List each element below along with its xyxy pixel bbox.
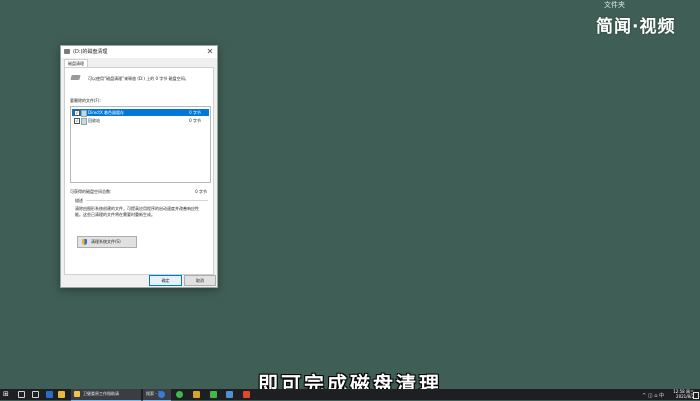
wechat-icon[interactable] (210, 391, 217, 398)
clock-date: 2021/8/2 (676, 393, 694, 399)
description-label: 描述 (75, 198, 83, 203)
recycle-bin-icon (81, 118, 87, 125)
file-explorer-icon[interactable] (58, 391, 65, 398)
file-type-icon (81, 110, 87, 117)
system-tray[interactable]: ^ ◫ ⌂ 中 (642, 392, 664, 399)
cleanup-system-files-button[interactable]: 清理系统文件(S) (77, 236, 137, 248)
file-row-directx-cache[interactable]: ✓ DirectX 着色器缓存 0 字节 (72, 109, 209, 117)
task-view-icon[interactable] (32, 391, 39, 398)
app-icon[interactable] (243, 391, 250, 398)
desktop-folder-label: 文件夹 (604, 1, 625, 9)
taskbar: ⊞ 卫健委原工作指助请 搜索 - 1 ^ ◫ ⌂ 中 12:58 周三 2021… (0, 389, 700, 401)
file-name: 回收站 (88, 118, 100, 123)
drive-icon (70, 75, 81, 80)
close-button[interactable]: ✕ (205, 47, 215, 57)
notification-icon[interactable] (693, 392, 699, 399)
tab-panel: 可以使用“磁盘清理”来释放 (D:) 上的 0 字节 磁盘空间。 要删除的文件(… (64, 67, 214, 275)
file-size: 0 字节 (189, 118, 201, 123)
360-browser-icon[interactable] (176, 391, 183, 398)
taskbar-explorer-window[interactable]: 卫健委原工作指助请 (71, 389, 141, 401)
file-checkbox[interactable]: ✓ (74, 118, 80, 124)
dialog-titlebar[interactable]: (D:)的磁盘清理 ✕ (61, 46, 217, 58)
description-divider (86, 200, 208, 201)
file-name: DirectX 着色器缓存 (88, 110, 124, 115)
file-checkbox[interactable]: ✓ (74, 110, 80, 116)
tab-strip: 磁盘清理 (61, 59, 217, 68)
shield-icon (82, 239, 87, 245)
taskbar-clock[interactable]: 12:58 周三 2021/8/2 (673, 389, 694, 399)
cleanup-system-files-label: 清理系统文件(S) (91, 239, 121, 244)
qq-browser-icon[interactable] (158, 391, 165, 398)
search-icon[interactable] (18, 391, 25, 398)
ok-button[interactable]: 确定 (149, 275, 182, 286)
files-to-delete-list[interactable]: ✓ DirectX 着色器缓存 0 字节 ✓ 回收站 0 字节 (70, 106, 211, 183)
app-icon[interactable] (193, 391, 200, 398)
dialog-title: (D:)的磁盘清理 (73, 49, 108, 55)
edge-browser-icon[interactable] (46, 391, 53, 398)
description-text: 清除由图形系统创建的文件，可提高应用程序的启动速度并改善响应性能。这些已清理的文… (75, 206, 199, 217)
total-space-value: 0 字节 (195, 189, 207, 194)
file-size: 0 字节 (189, 110, 201, 115)
total-space-label: 可获得的磁盘空间总数: (70, 189, 112, 194)
app-icon[interactable] (226, 391, 233, 398)
disk-cleanup-dialog: (D:)的磁盘清理 ✕ 磁盘清理 可以使用“磁盘清理”来释放 (D:) 上的 0… (60, 45, 218, 288)
taskbar-search-window[interactable]: 搜索 - 1 (143, 389, 171, 401)
folder-icon (74, 391, 80, 397)
disk-cleanup-icon (64, 49, 70, 54)
cancel-button[interactable]: 取消 (184, 275, 216, 286)
intro-text: 可以使用“磁盘清理”来释放 (D:) 上的 0 字节 磁盘空间。 (88, 76, 189, 81)
file-row-recycle-bin[interactable]: ✓ 回收站 0 字节 (72, 117, 209, 125)
taskbar-explorer-label: 卫健委原工作指助请 (83, 391, 119, 396)
files-to-delete-label: 要删除的文件(F): (70, 98, 101, 103)
watermark-logo: 简闻·视频 (596, 17, 676, 37)
start-button[interactable]: ⊞ (3, 391, 10, 398)
